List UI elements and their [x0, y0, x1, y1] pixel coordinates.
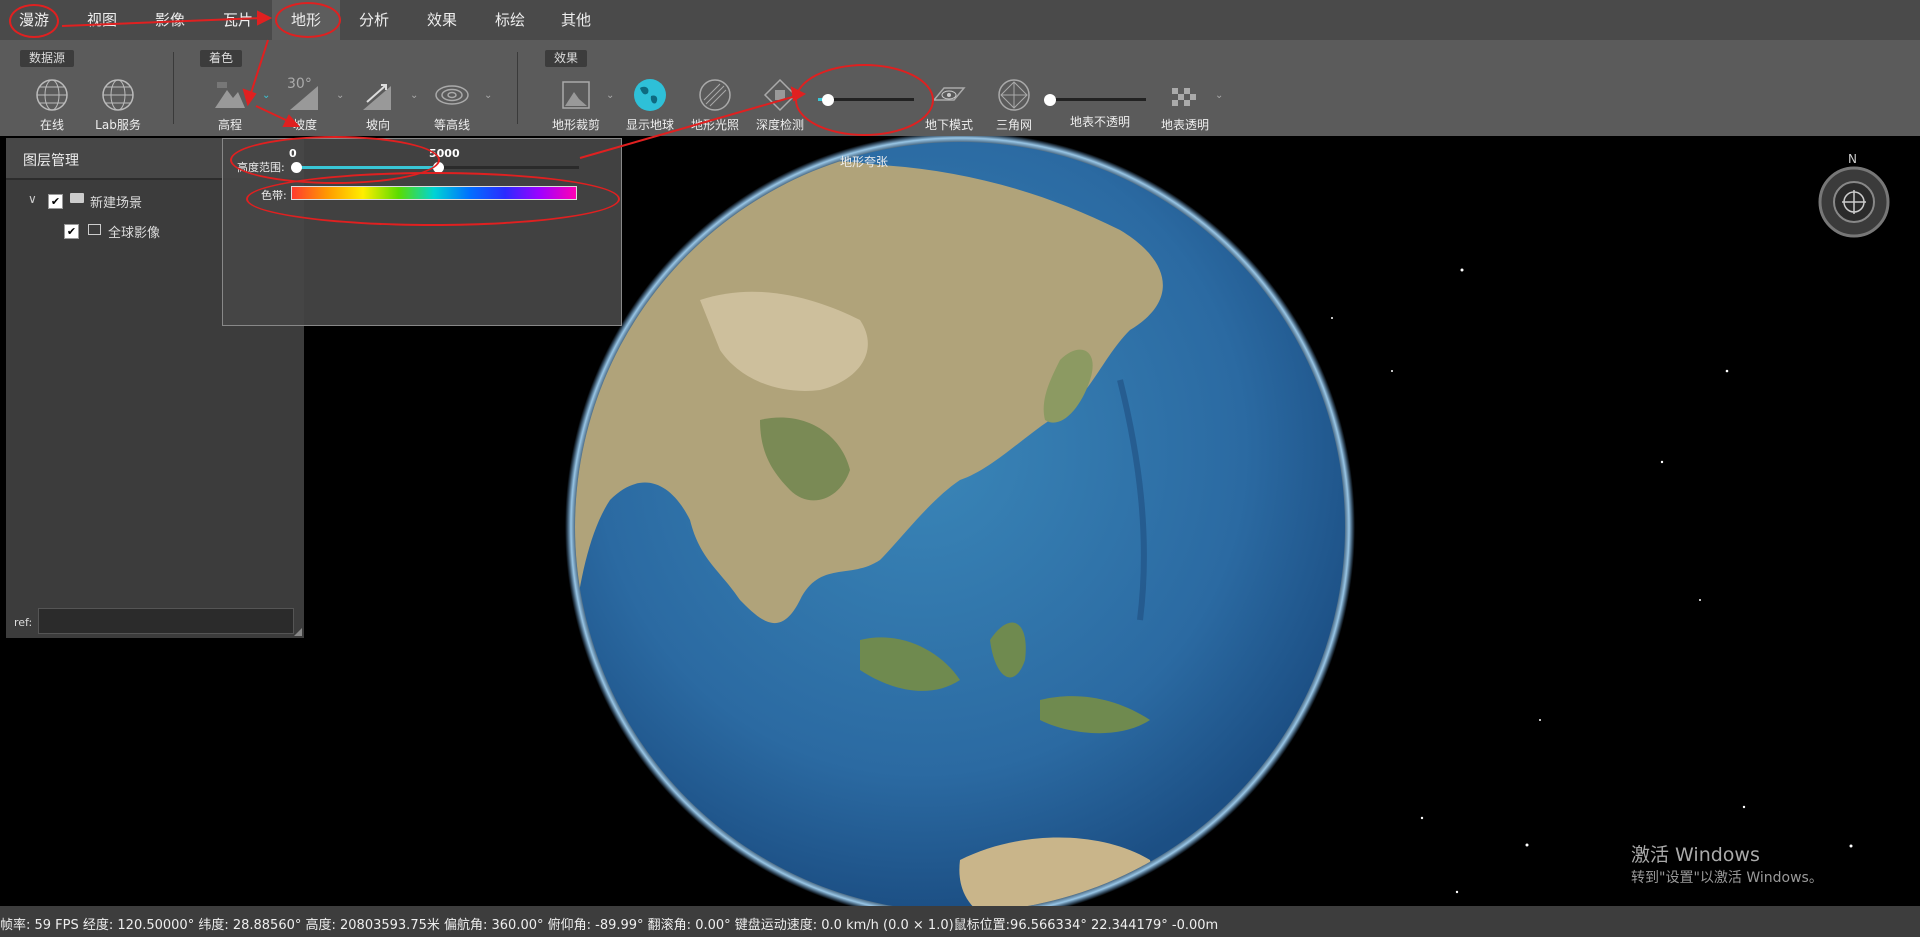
surface-opacity-slider[interactable]: [1050, 98, 1146, 101]
menu-imagery[interactable]: 影像: [142, 0, 198, 40]
annotation-circle: [9, 4, 59, 38]
imagery-checkbox[interactable]: ✔: [64, 224, 79, 239]
terrain-ribbon: 数据源 着色 效果 在线 Lab服务 高程 ⌄ 坡度 30° ⌄ 坡向 ⌄ 等高…: [0, 40, 1920, 169]
underground-icon: [932, 87, 966, 101]
terrain-clip-button[interactable]: 地形裁剪: [536, 76, 616, 133]
aspect-button[interactable]: 坡向: [338, 76, 418, 133]
slope-angle-badge: 30°: [287, 76, 312, 92]
aspect-icon: [363, 84, 391, 110]
windows-activation-subtitle: 转到"设置"以激活 Windows。: [1631, 870, 1823, 886]
status-bar: 帧率: 59 FPS 经度: 120.50000° 纬度: 28.88560° …: [0, 906, 1920, 937]
compass-widget: [1818, 166, 1890, 238]
surface-opacity-label: 地表不透明: [1070, 115, 1131, 129]
depth-detect-icon: [763, 78, 797, 112]
imagery-label: 全球影像: [108, 226, 161, 241]
surface-opacity-knob[interactable]: [1044, 94, 1056, 106]
stars: [1331, 268, 1853, 894]
scene-label: 新建场景: [90, 196, 143, 211]
globe-icon: [634, 79, 666, 111]
menu-view[interactable]: 视图: [74, 0, 130, 40]
contour-icon: [435, 85, 469, 105]
menu-effects[interactable]: 效果: [414, 0, 470, 40]
folder-icon: [70, 193, 84, 203]
terrain-clip-label: 地形裁剪: [551, 118, 600, 132]
group-label-coloring: 着色: [200, 50, 243, 67]
triangle-mesh-icon: [998, 79, 1030, 111]
elevation-icon: [215, 82, 245, 108]
resize-grip-icon[interactable]: [294, 628, 302, 636]
menu-analysis[interactable]: 分析: [346, 0, 402, 40]
ref-input[interactable]: [38, 608, 294, 634]
menu-plotting[interactable]: 标绘: [482, 0, 538, 40]
lab-service-label: Lab服务: [95, 118, 141, 132]
compass-north-label: N: [1848, 152, 1857, 166]
chevron-down-icon[interactable]: ∨: [28, 192, 37, 206]
contour-label: 等高线: [433, 118, 470, 132]
annotation-circle: [246, 172, 620, 226]
image-icon: [88, 224, 101, 235]
slope-label: 坡度: [292, 118, 317, 132]
annotation-circle: [275, 2, 341, 38]
ref-label: ref:: [14, 616, 33, 629]
scene-checkbox[interactable]: ✔: [48, 194, 63, 209]
group-label-datasource: 数据源: [20, 50, 75, 67]
lab-service-button[interactable]: Lab服务: [78, 76, 158, 133]
aspect-label: 坡向: [365, 118, 390, 132]
annotation-circle: [795, 64, 934, 136]
menu-tiles[interactable]: 瓦片: [210, 0, 266, 40]
surface-transparent-label: 地表透明: [1160, 118, 1209, 132]
surface-transparent-button[interactable]: 地表透明: [1145, 76, 1225, 133]
elevation-button[interactable]: 高程: [190, 76, 270, 133]
globe-grid-icon: [102, 79, 134, 111]
elevation-label: 高程: [217, 118, 242, 132]
contour-button[interactable]: 等高线: [412, 76, 492, 133]
group-label-effects: 效果: [545, 50, 588, 67]
terrain-exaggeration-label: 地形夸张: [840, 155, 889, 169]
menu-other[interactable]: 其他: [548, 0, 604, 40]
status-text: 帧率: 59 FPS 经度: 120.50000° 纬度: 28.88560° …: [0, 918, 1219, 933]
ribbon-separator: [173, 52, 174, 124]
triangle-mesh-label: 三角网: [995, 118, 1032, 132]
windows-activation-title: 激活 Windows: [1631, 844, 1760, 866]
terrain-light-icon: [699, 79, 731, 111]
ribbon-separator: [517, 52, 518, 124]
terrain-clip-icon: [562, 81, 590, 109]
surface-transparent-dropdown-caret[interactable]: ⌄: [1215, 90, 1223, 101]
globe-grid-icon: [36, 79, 68, 111]
triangle-mesh-button[interactable]: 三角网: [974, 76, 1054, 133]
checkerboard-icon: [1172, 88, 1196, 106]
layer-panel-title: 图层管理: [23, 153, 79, 169]
contour-dropdown-caret[interactable]: ⌄: [484, 90, 492, 101]
